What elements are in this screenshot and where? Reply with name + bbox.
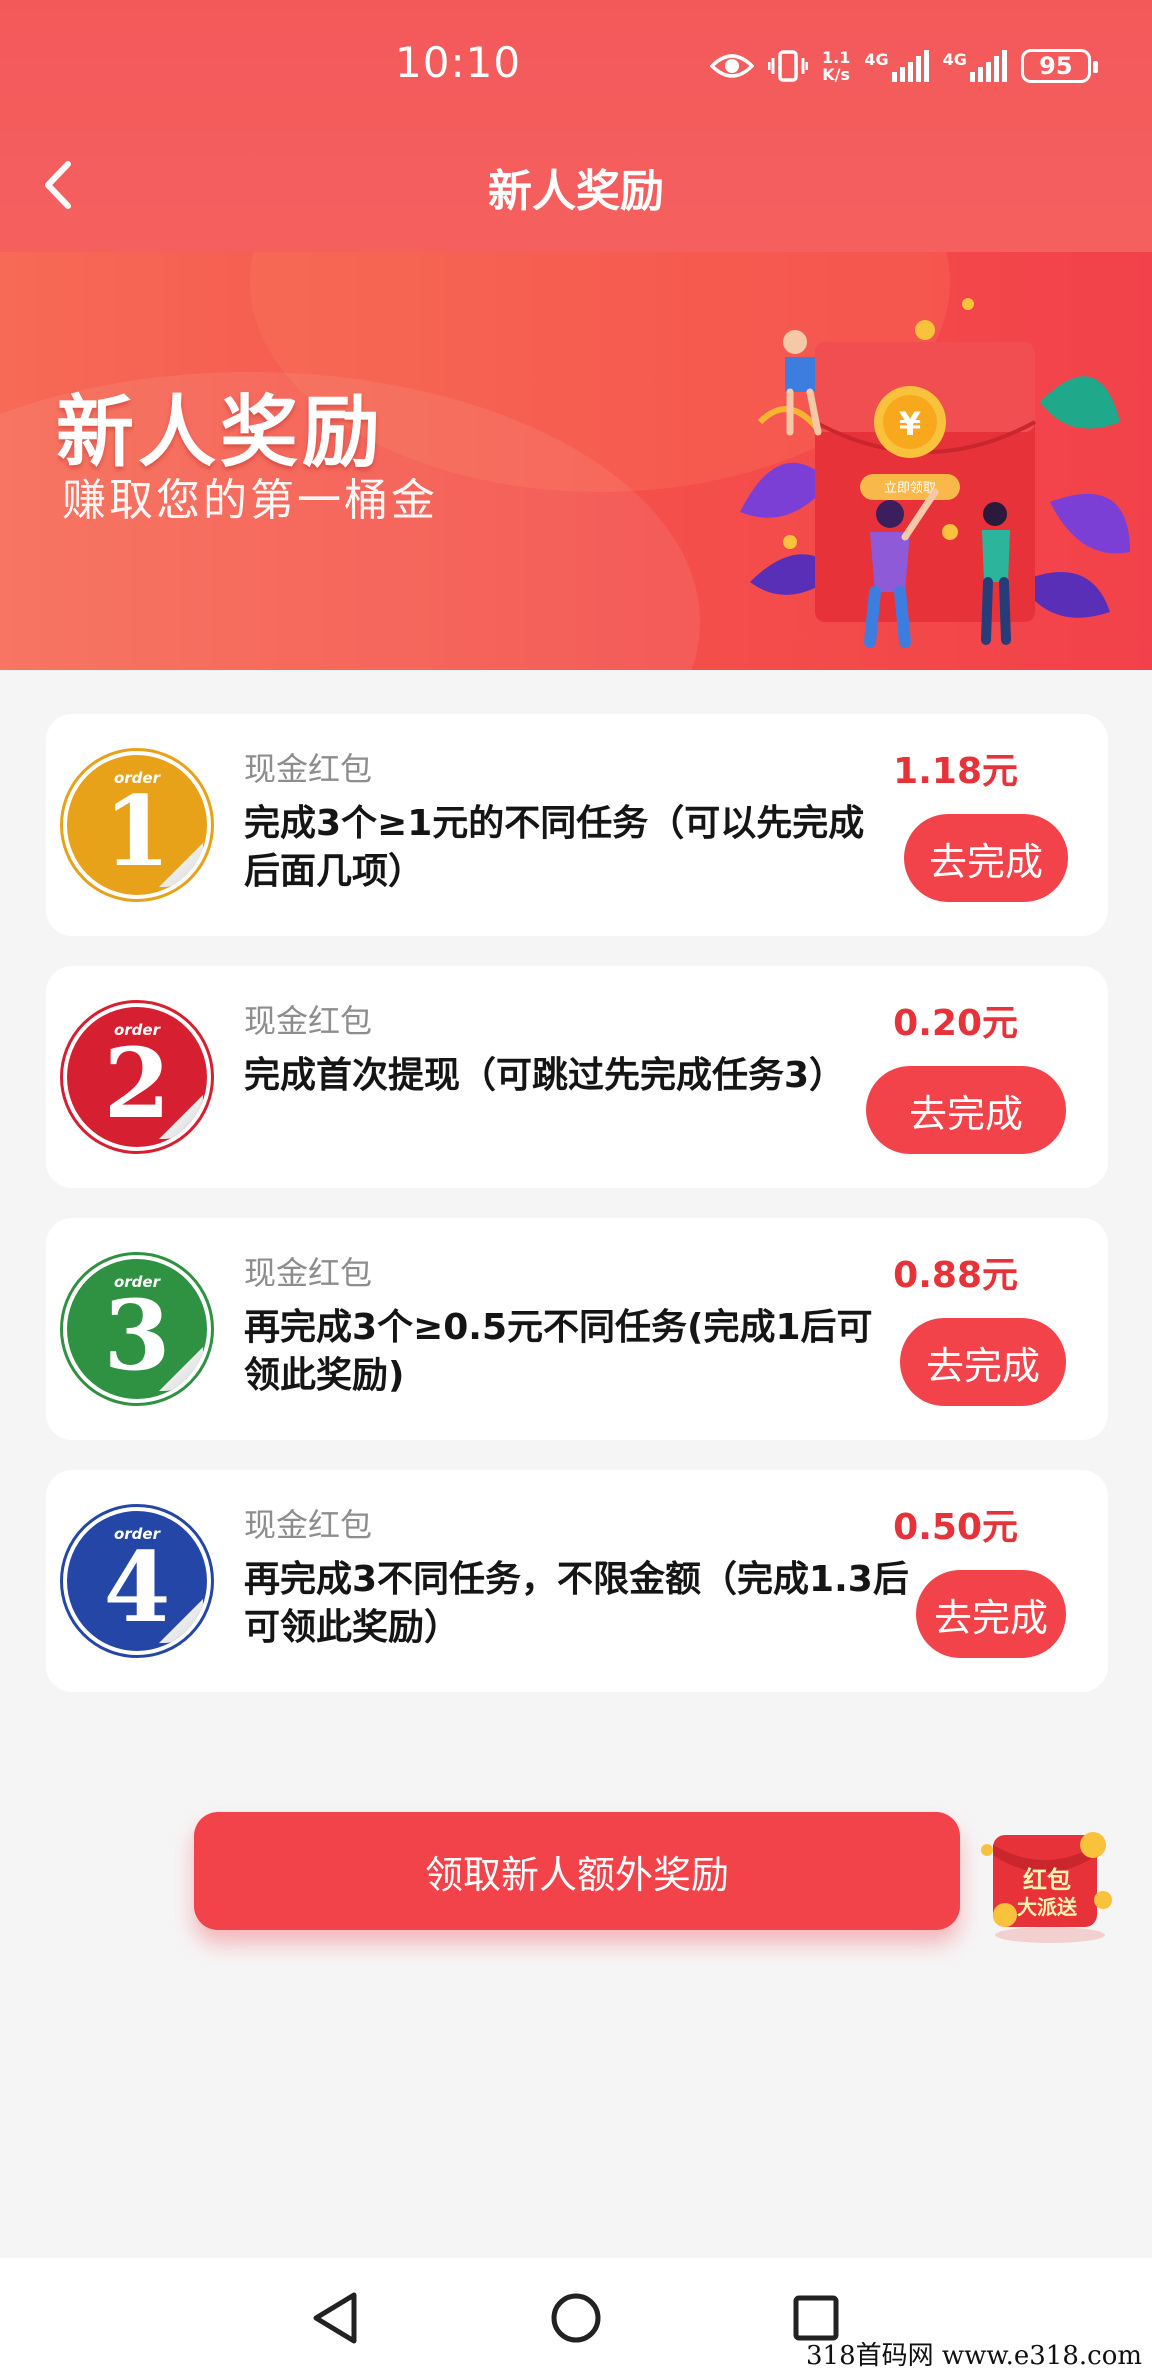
task-amount: 0.50元 (893, 1507, 1018, 1548)
banner-subtitle: 赚取您的第一桶金 (62, 475, 438, 526)
signal-2-icon: 4G (943, 50, 1007, 82)
task-description: 再完成3不同任务，不限金额（完成1.3后可领此奖励） (244, 1559, 909, 1648)
triangle-back-icon (313, 2292, 357, 2344)
claim-extra-reward-button[interactable]: 领取新人额外奖励 (194, 1812, 960, 1930)
red-packet-giveaway-icon[interactable]: 红包 大派送 (975, 1810, 1125, 1950)
complete-task-button[interactable]: 去完成 (904, 814, 1068, 902)
order-number: 2 (103, 1027, 171, 1140)
status-bar: 10:10 1.1 K/s 4G 4G 95 (0, 0, 1152, 130)
signal-1-label: 4G (864, 49, 889, 69)
vibrate-icon (768, 49, 808, 83)
order-label: order (113, 1525, 160, 1543)
order-badge-4: order 4 (60, 1504, 214, 1658)
nav-back-button[interactable] (305, 2288, 365, 2348)
promo-banner: 新人奖励 赚取您的第一桶金 ¥ 立即领取 (0, 252, 1152, 670)
task-card-1: order 1 现金红包 完成3个≥1元的不同任务（可以先完成后面几项） 1.1… (46, 714, 1108, 936)
task-type: 现金红包 (244, 1002, 373, 1040)
status-icons: 1.1 K/s 4G 4G 95 (710, 44, 1098, 88)
task-card-3: order 3 现金红包 再完成3个≥0.5元不同任务(完成1后可领此奖励) 0… (46, 1218, 1108, 1440)
task-type: 现金红包 (244, 1506, 373, 1544)
order-number: 1 (103, 775, 171, 888)
order-label: order (113, 1021, 160, 1039)
circle-home-icon (551, 2293, 601, 2343)
net-speed-unit: K/s (822, 65, 851, 84)
task-description: 再完成3个≥0.5元不同任务(完成1后可领此奖励) (244, 1307, 873, 1396)
nav-home-button[interactable] (546, 2288, 606, 2348)
red-envelope-illustration: ¥ 立即领取 (740, 298, 1130, 648)
envelope-button-text: 立即领取 (884, 481, 936, 496)
packet-line-1: 红包 (1023, 1866, 1071, 1894)
status-time: 10:10 (395, 38, 522, 87)
order-number: 3 (103, 1279, 171, 1392)
task-description: 完成3个≥1元的不同任务（可以先完成后面几项） (244, 803, 865, 892)
order-label: order (113, 1273, 160, 1291)
complete-task-button[interactable]: 去完成 (916, 1570, 1066, 1658)
task-card-4: order 4 现金红包 再完成3不同任务，不限金额（完成1.3后可领此奖励） … (46, 1470, 1108, 1692)
task-type: 现金红包 (244, 1254, 373, 1292)
header: 10:10 1.1 K/s 4G 4G 95 新人奖励 (0, 0, 1152, 252)
task-amount: 0.20元 (893, 1003, 1018, 1044)
battery-indicator: 95 (1020, 49, 1098, 83)
complete-task-button[interactable]: 去完成 (900, 1318, 1066, 1406)
task-type: 现金红包 (244, 750, 373, 788)
page-title: 新人奖励 (488, 166, 664, 217)
coin-symbol: ¥ (899, 405, 921, 443)
system-nav-bar: 318首码网 www.e318.com (0, 2258, 1152, 2376)
task-card-2: order 2 现金红包 完成首次提现（可跳过先完成任务3） 0.20元 去完成 (46, 966, 1108, 1188)
order-label: order (113, 769, 160, 787)
task-description: 完成首次提现（可跳过先完成任务3） (244, 1055, 846, 1096)
task-amount: 0.88元 (893, 1255, 1018, 1296)
order-number: 4 (103, 1531, 171, 1644)
signal-2-label: 4G (942, 49, 967, 69)
task-amount: 1.18元 (893, 751, 1018, 792)
packet-line-2: 大派送 (1017, 1895, 1078, 1919)
order-badge-3: order 3 (60, 1252, 214, 1406)
net-speed: 1.1 K/s (822, 49, 850, 83)
complete-task-button[interactable]: 去完成 (866, 1066, 1066, 1154)
watermark: 318首码网 www.e318.com (806, 2341, 1142, 2371)
eye-icon (710, 51, 754, 81)
order-badge-2: order 2 (60, 1000, 214, 1154)
order-badge-1: order 1 (60, 748, 214, 902)
signal-1-icon: 4G (864, 49, 929, 82)
